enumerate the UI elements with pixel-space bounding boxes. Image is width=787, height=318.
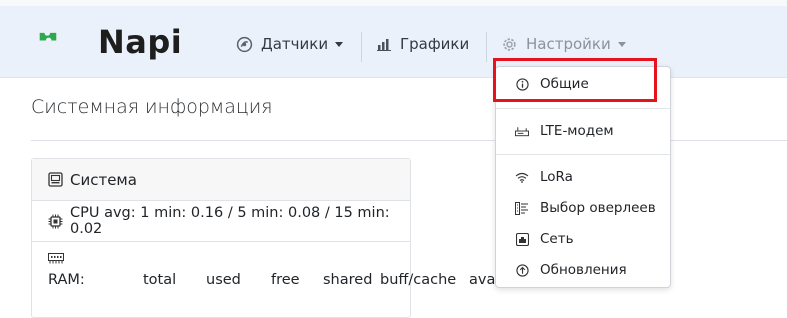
update-icon <box>515 263 529 277</box>
ram-col-total: total <box>143 272 177 288</box>
menu-item-updates[interactable]: Обновления <box>496 257 670 283</box>
nav-sensors[interactable]: Датчики <box>236 33 344 55</box>
ram-col-used: used <box>206 272 241 288</box>
ram-header-row: RAM: total used free shared buff/cache a… <box>48 272 534 296</box>
menu-item-general[interactable]: Общие <box>496 71 670 97</box>
nav-separator <box>486 32 487 62</box>
sensor-icon <box>236 36 253 53</box>
menu-item-label: LTE-модем <box>540 123 614 139</box>
system-icon <box>48 172 63 187</box>
nav-settings-label: Настройки <box>526 35 611 53</box>
napi-logo[interactable] <box>39 20 97 54</box>
cpu-icon <box>48 214 63 229</box>
menu-item-label: Обновления <box>540 262 627 278</box>
divider <box>31 140 787 141</box>
modem-icon <box>515 126 529 137</box>
menu-divider <box>496 108 670 109</box>
ram-label: RAM: <box>48 272 85 288</box>
system-card: Система CPU avg: 1 min: 0.16 / 5 min: 0.… <box>31 158 534 318</box>
ram-col-free: free <box>271 272 300 288</box>
gear-icon <box>501 36 518 53</box>
menu-item-label: Общие <box>540 76 589 92</box>
chevron-down-icon <box>335 41 344 47</box>
bar-chart-icon <box>377 37 392 51</box>
info-icon <box>515 77 529 91</box>
memory-icon <box>48 252 410 266</box>
menu-item-label: Выбор оверлеев <box>540 200 656 216</box>
card-header: Система <box>32 159 410 201</box>
nav-charts-label: Графики <box>400 35 470 53</box>
nav-charts[interactable]: Графики <box>377 33 469 55</box>
settings-dropdown-menu: Общие LTE-модем LoRa Выбор оверлеев Сеть… <box>495 66 671 288</box>
overlay-icon <box>515 201 529 215</box>
nav-separator <box>361 32 362 62</box>
menu-item-label: LoRa <box>540 169 573 185</box>
ram-col-shared: shared <box>323 272 373 288</box>
ram-block: RAM: total used free shared buff/cache a… <box>32 242 534 296</box>
menu-item-network[interactable]: Сеть <box>496 226 670 252</box>
wifi-icon <box>515 172 529 183</box>
chevron-down-icon <box>617 41 626 47</box>
network-icon <box>515 232 529 246</box>
menu-item-lte-modem[interactable]: LTE-модем <box>496 118 670 144</box>
menu-item-lora[interactable]: LoRa <box>496 164 670 190</box>
card-header-label: Система <box>70 170 137 189</box>
menu-item-label: Сеть <box>540 231 574 247</box>
page-title: Системная информация <box>31 96 273 118</box>
nav-sensors-label: Датчики <box>261 35 329 53</box>
cpu-row: CPU avg: 1 min: 0.16 / 5 min: 0.08 / 15 … <box>32 201 410 242</box>
brand-name[interactable]: Napi <box>98 23 182 61</box>
menu-item-overlays[interactable]: Выбор оверлеев <box>496 195 670 221</box>
ram-col-buff-cache: buff/cache <box>380 272 457 288</box>
nav-settings[interactable]: Настройки <box>501 33 626 55</box>
menu-divider <box>496 154 670 155</box>
cpu-average: CPU avg: 1 min: 0.16 / 5 min: 0.08 / 15 … <box>70 205 390 237</box>
